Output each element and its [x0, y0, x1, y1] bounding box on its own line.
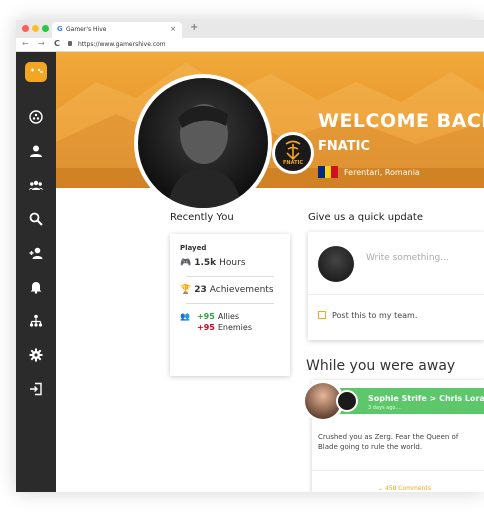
- enemies-value: +95: [197, 323, 215, 332]
- divider: [312, 470, 484, 471]
- forward-button[interactable]: →: [38, 39, 45, 48]
- group-icon: 👥: [180, 312, 190, 321]
- minimize-window-dot[interactable]: [32, 25, 39, 32]
- tab-close-icon[interactable]: ×: [170, 25, 176, 33]
- gamepad-logo-icon[interactable]: [25, 62, 47, 82]
- reload-button[interactable]: C: [54, 39, 60, 48]
- back-button[interactable]: ←: [22, 39, 29, 48]
- divider: [308, 294, 484, 295]
- user-location: Ferentari, Romania: [344, 168, 420, 177]
- hours-label: Hours: [219, 258, 246, 268]
- search-icon[interactable]: [16, 202, 56, 236]
- user-icon[interactable]: [16, 134, 56, 168]
- user-avatar: [318, 246, 354, 282]
- post-to-team-label[interactable]: Post this to my team.: [332, 311, 417, 320]
- hours-stat: 🎮 1.5k Hours: [180, 258, 280, 268]
- chevron-right-icon: >: [429, 394, 437, 403]
- logout-icon[interactable]: [16, 372, 56, 406]
- update-title: Give us a quick update: [308, 212, 423, 223]
- chevron-down-icon: ⌄: [378, 485, 385, 492]
- group-icon[interactable]: [16, 168, 56, 202]
- add-user-icon[interactable]: [16, 236, 56, 270]
- update-card: Write something... Post this to my team.: [308, 232, 484, 340]
- feed-card: Sophie Strife > Chris Lorang 3 days ago.…: [302, 380, 484, 492]
- browser-tab[interactable]: G Gamer's Hive ×: [52, 22, 182, 38]
- recently-title: Recently You: [170, 212, 234, 223]
- achievements-value: 23: [194, 285, 207, 295]
- feed-message: Crushed you as Zerg. Fear the Queen of B…: [318, 433, 459, 452]
- comments-link[interactable]: ⌄ 458 Comments: [378, 485, 431, 492]
- hours-value: 1.5k: [194, 258, 217, 268]
- gear-icon[interactable]: [16, 338, 56, 372]
- tab-title: Gamer's Hive: [66, 26, 107, 33]
- from-user-link[interactable]: Sophie Strife: [368, 394, 427, 403]
- browser-window: G Gamer's Hive × + ← → C https://www.gam…: [16, 20, 484, 492]
- post-input[interactable]: Write something...: [366, 253, 449, 263]
- hierarchy-icon[interactable]: [16, 304, 56, 338]
- divider: [186, 303, 274, 304]
- post-to-team-checkbox[interactable]: [318, 311, 326, 319]
- url-field[interactable]: https://www.gamershive.com: [78, 41, 166, 48]
- enemies-label: Enemies: [217, 323, 252, 332]
- bell-icon[interactable]: [16, 270, 56, 304]
- achievements-stat: 🏆 23 Achievements: [180, 285, 280, 295]
- to-user-link[interactable]: Chris Lorang: [439, 394, 484, 403]
- close-window-dot[interactable]: [22, 25, 29, 32]
- new-tab-button[interactable]: +: [190, 22, 198, 33]
- avatar[interactable]: [138, 78, 268, 208]
- feed-names: Sophie Strife > Chris Lorang: [368, 394, 484, 403]
- team-badge-label: FNATIC: [282, 160, 304, 166]
- chris-avatar[interactable]: [336, 390, 358, 412]
- welcome-title: WELCOME BACK, A: [318, 110, 484, 132]
- allies-stat: 👥 +95 Allies: [180, 312, 280, 321]
- google-icon: G: [57, 25, 63, 33]
- allies-value: +95: [196, 312, 215, 321]
- dashboard-icon[interactable]: [16, 100, 56, 134]
- lock-icon: [68, 41, 72, 46]
- romania-flag-icon: [318, 166, 339, 178]
- trophy-icon: 🏆: [180, 285, 192, 295]
- stats-card: Played 🎮 1.5k Hours 🏆 23 Achievements 👥 …: [170, 234, 290, 376]
- away-title: While you were away: [306, 358, 456, 374]
- divider: [186, 276, 274, 277]
- allies-label: Allies: [217, 312, 240, 321]
- tab-bar: G Gamer's Hive × +: [16, 20, 484, 38]
- gamepad-icon: 🎮: [180, 258, 192, 268]
- sidebar: [16, 52, 56, 492]
- team-name: FNATIC: [318, 139, 371, 154]
- comments-count: 458 Comments: [384, 485, 431, 492]
- played-label: Played: [180, 244, 207, 252]
- enemies-stat: +95 Enemies: [180, 323, 280, 332]
- achievements-label: Achievements: [209, 285, 274, 295]
- team-badge: FNATIC: [272, 132, 314, 174]
- maximize-window-dot[interactable]: [42, 25, 49, 32]
- feed-time: 3 days ago....: [368, 405, 402, 411]
- avatar-portrait-icon: [168, 104, 242, 208]
- address-bar: ← → C https://www.gamershive.com: [16, 38, 484, 52]
